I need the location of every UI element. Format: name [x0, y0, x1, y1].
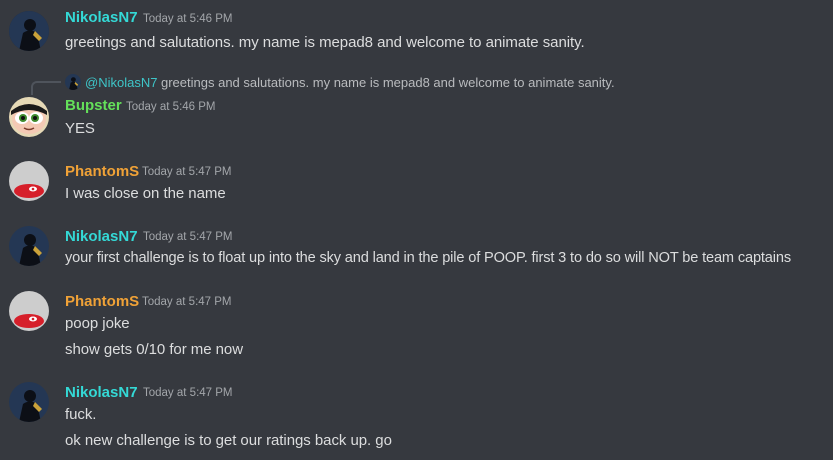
- red-cap-avatar-icon: [9, 291, 49, 331]
- username[interactable]: NikolasN7: [65, 384, 138, 401]
- message-text: YES: [65, 120, 95, 137]
- dark-figure-avatar-icon: [65, 74, 81, 90]
- username[interactable]: Bupster: [65, 97, 122, 114]
- reply-connector: [31, 81, 61, 95]
- message-text: show gets 0/10 for me now: [65, 341, 244, 358]
- avatar[interactable]: [9, 226, 49, 266]
- avatar[interactable]: [9, 97, 49, 137]
- username[interactable]: NikolasN7: [65, 9, 138, 26]
- message-text: I was close on the name: [65, 185, 226, 202]
- avatar[interactable]: [9, 382, 49, 422]
- dark-figure-avatar-icon: [9, 11, 49, 51]
- message-text: fuck.: [65, 406, 97, 423]
- username[interactable]: PhantomS: [65, 293, 139, 310]
- reply-avatar: [65, 74, 81, 90]
- timestamp: Today at 5:47 PM: [143, 387, 233, 399]
- timestamp: Today at 5:46 PM: [143, 13, 233, 25]
- dark-figure-avatar-icon: [9, 226, 49, 266]
- avatar[interactable]: [9, 161, 49, 201]
- username[interactable]: NikolasN7: [65, 228, 138, 245]
- timestamp: Today at 5:47 PM: [142, 296, 232, 308]
- red-cap-avatar-icon: [9, 161, 49, 201]
- reply-mention[interactable]: @NikolasN7: [85, 75, 157, 90]
- avatar[interactable]: [9, 11, 49, 51]
- timestamp: Today at 5:47 PM: [143, 231, 233, 243]
- avatar[interactable]: [9, 291, 49, 331]
- username[interactable]: PhantomS: [65, 163, 139, 180]
- message-text: greetings and salutations. my name is me…: [65, 34, 585, 51]
- message-text: ok new challenge is to get our ratings b…: [65, 432, 392, 449]
- timestamp: Today at 5:46 PM: [126, 101, 216, 113]
- timestamp: Today at 5:47 PM: [142, 166, 232, 178]
- message-text: your first challenge is to float up into…: [65, 250, 791, 266]
- message-text: poop joke: [65, 315, 130, 332]
- reply-text[interactable]: greetings and salutations. my name is me…: [161, 75, 615, 90]
- dark-figure-avatar-icon: [9, 382, 49, 422]
- cartoon-face-avatar-icon: [9, 97, 49, 137]
